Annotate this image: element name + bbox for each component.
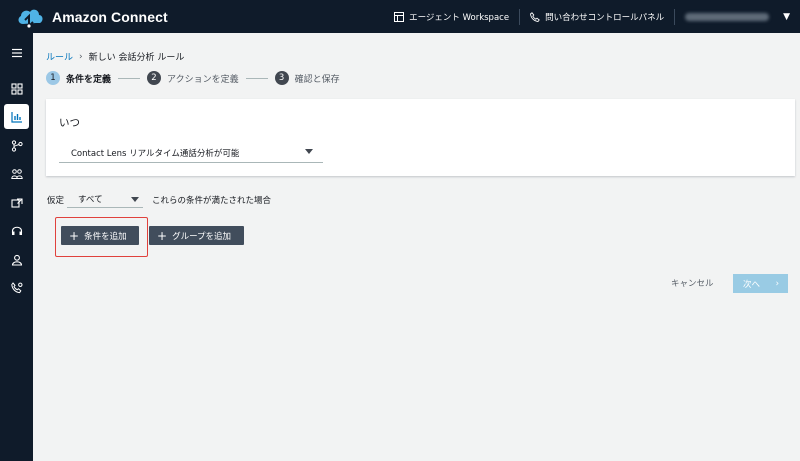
menu-toggle-button[interactable]	[4, 40, 29, 65]
when-card: いつ Contact Lens リアルタイム通話分析が可能	[46, 99, 795, 176]
cloud-logo-icon	[18, 9, 43, 28]
amazon-connect-logo[interactable]: Amazon Connect	[16, 6, 168, 28]
condition-prefix: 仮定	[47, 195, 65, 206]
step-number: 3	[274, 71, 289, 85]
sidebar-item-users[interactable]	[4, 161, 29, 186]
wizard-steps: 1 条件を定義 2 アクションを定義 3 確認と保存	[46, 71, 340, 85]
menu-icon	[11, 48, 22, 57]
caret-down-icon	[305, 149, 313, 154]
app-title: Amazon Connect	[52, 8, 168, 25]
step-number: 2	[147, 71, 162, 85]
trigger-select-value: Contact Lens リアルタイム通話分析が可能	[71, 149, 240, 159]
phone-icon	[530, 11, 540, 22]
account-name-redacted	[685, 12, 770, 21]
users-icon	[10, 168, 23, 179]
dashboard-icon	[10, 82, 23, 95]
main-content: ルール › 新しい 会話分析 ルール 1 条件を定義 2 アクションを定義 3 …	[33, 33, 800, 461]
sidebar-item-dashboard[interactable]	[4, 76, 29, 101]
routing-icon	[11, 139, 23, 152]
account-dropdown-caret-icon: ▼	[783, 11, 790, 22]
sidebar-item-headset[interactable]	[4, 218, 29, 243]
match-type-value: すべて	[78, 195, 103, 205]
sidebar-item-user[interactable]	[4, 247, 29, 272]
next-label: 次へ	[743, 279, 761, 290]
sidebar-item-phone-flow[interactable]	[4, 275, 29, 300]
agent-workspace-link[interactable]: エージェント Workspace	[384, 0, 519, 33]
chevron-right-icon: ›	[775, 279, 779, 289]
sidebar-item-channels[interactable]	[4, 190, 29, 215]
channels-icon	[10, 197, 23, 208]
plus-icon: +	[69, 228, 80, 243]
user-icon	[11, 254, 22, 266]
sidebar	[0, 33, 33, 461]
add-condition-label: 条件を追加	[84, 231, 127, 242]
ccp-link[interactable]: 問い合わせコントロールパネル	[520, 0, 674, 33]
step-number: 1	[46, 71, 60, 85]
top-navigation-bar: Amazon Connect エージェント Workspace 問い合わせコント…	[0, 0, 800, 33]
step-define-conditions: 1 条件を定義	[46, 71, 111, 85]
step-label: 条件を定義	[66, 74, 112, 85]
account-menu[interactable]: ▼	[675, 0, 800, 33]
condition-match-row: 仮定 すべて これらの条件が満たされた場合	[47, 191, 271, 208]
sidebar-item-analytics[interactable]	[4, 104, 29, 129]
step-connector	[245, 77, 268, 79]
analytics-icon	[10, 111, 22, 123]
next-button[interactable]: 次へ ›	[733, 274, 788, 293]
workspace-icon	[394, 11, 405, 22]
step-review-and-save: 3 確認と保存	[274, 71, 340, 85]
when-card-title: いつ	[59, 117, 80, 129]
plus-icon: +	[157, 228, 168, 243]
trigger-select[interactable]: Contact Lens リアルタイム通話分析が可能	[59, 144, 323, 163]
breadcrumb-chevron-icon: ›	[79, 51, 83, 62]
step-connector	[118, 77, 141, 79]
step-label: 確認と保存	[294, 74, 340, 85]
add-group-button[interactable]: + グループを追加	[149, 226, 244, 245]
add-condition-button[interactable]: + 条件を追加	[61, 226, 139, 245]
sidebar-item-routing[interactable]	[4, 133, 29, 158]
condition-suffix: これらの条件が満たされた場合	[152, 195, 272, 206]
agent-workspace-label: エージェント Workspace	[409, 12, 510, 23]
breadcrumb-current: 新しい 会話分析 ルール	[88, 53, 185, 63]
breadcrumb-rules-link[interactable]: ルール	[46, 50, 73, 63]
phone-flow-icon	[10, 281, 23, 293]
step-define-actions: 2 アクションを定義	[147, 71, 239, 85]
step-label: アクションを定義	[167, 74, 239, 85]
headset-icon	[11, 226, 22, 235]
add-group-label: グループを追加	[172, 231, 232, 242]
match-type-select[interactable]: すべて	[67, 191, 144, 208]
cancel-button[interactable]: キャンセル	[671, 277, 714, 289]
ccp-label: 問い合わせコントロールパネル	[545, 12, 665, 23]
breadcrumb: ルール › 新しい 会話分析 ルール	[46, 50, 185, 64]
caret-down-icon	[131, 197, 140, 202]
